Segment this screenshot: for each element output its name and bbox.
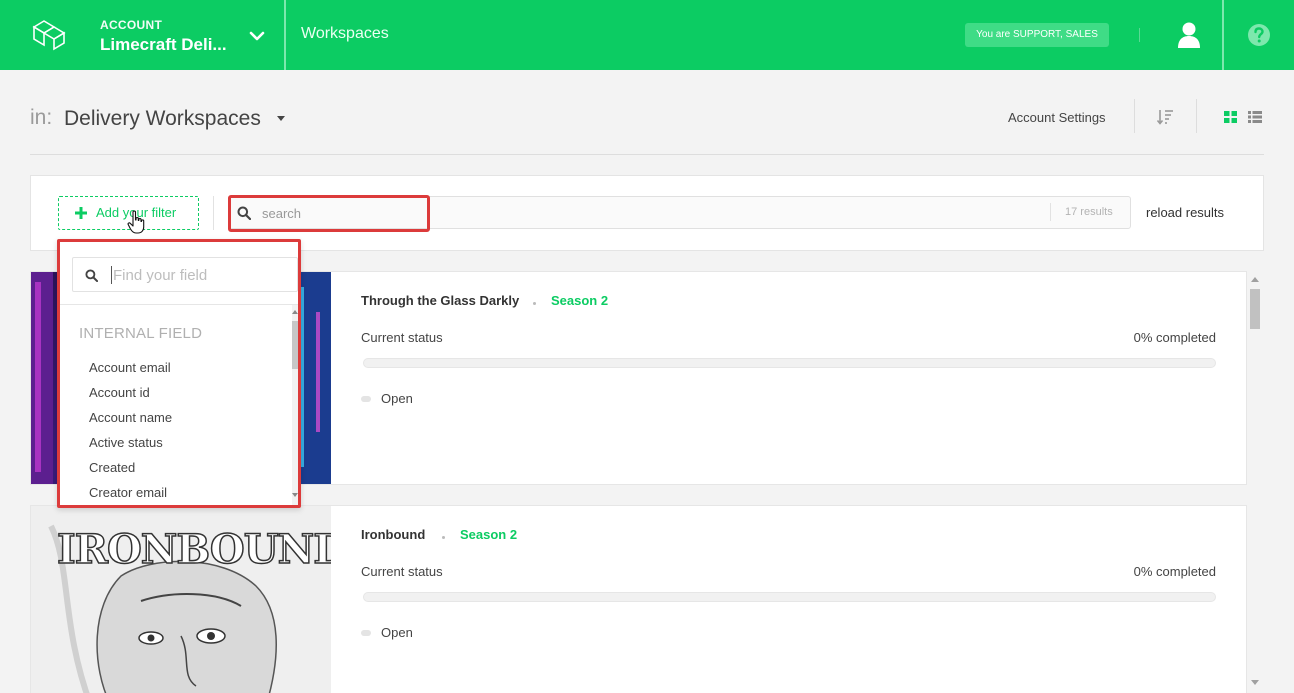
topbar-divider	[1222, 0, 1224, 70]
open-status-label: Open	[381, 625, 413, 640]
field-option[interactable]: Account email	[89, 360, 171, 375]
account-settings-link[interactable]: Account Settings	[1008, 110, 1106, 125]
field-search-box[interactable]	[72, 257, 298, 292]
filter-divider	[213, 196, 214, 230]
scroll-up-arrow-icon[interactable]	[1251, 277, 1259, 282]
scroll-down-arrow-icon[interactable]	[1251, 680, 1259, 685]
page-scrollbar[interactable]	[1247, 271, 1263, 693]
results-count: 17 results	[1065, 206, 1113, 218]
scroll-up-arrow-icon[interactable]	[292, 310, 298, 314]
section-title: Workspaces	[301, 25, 389, 42]
workspace-select[interactable]: Delivery Workspaces	[64, 107, 261, 131]
account-label: ACCOUNT	[100, 18, 163, 32]
dot-separator	[442, 536, 445, 539]
season-label: Season 2	[460, 527, 518, 542]
role-badge: You are SUPPORT, SALES	[965, 23, 1109, 47]
header-divider	[1196, 99, 1197, 133]
workspace-thumbnail: IRONBOUND	[31, 506, 331, 693]
thumbnail-title-text: IRONBOUND	[56, 525, 331, 574]
field-option[interactable]: Account name	[89, 410, 172, 425]
workspace-title[interactable]: Ironbound	[361, 527, 425, 542]
scroll-down-arrow-icon[interactable]	[292, 493, 298, 497]
dropdown-scrollbar[interactable]	[292, 305, 298, 505]
user-icon[interactable]	[1176, 21, 1202, 49]
status-label: Current status	[361, 564, 443, 579]
open-status-dot	[361, 630, 371, 636]
text-caret	[111, 266, 112, 284]
field-search-input[interactable]	[113, 263, 293, 287]
account-name: Limecraft Deli...	[100, 35, 227, 54]
reload-results-link[interactable]: reload results	[1146, 205, 1224, 220]
search-input[interactable]	[262, 201, 412, 225]
dropdown-scrollbar-thumb[interactable]	[292, 321, 298, 369]
workspace-card[interactable]: IRONBOUND Ironbound Season 2 Current sta…	[30, 505, 1247, 693]
open-status-label: Open	[381, 391, 413, 406]
help-icon[interactable]	[1246, 22, 1272, 48]
search-icon	[237, 206, 251, 220]
search-icon	[85, 269, 98, 282]
status-label: Current status	[361, 330, 443, 345]
progress-bar	[363, 592, 1216, 602]
field-option[interactable]: Created	[89, 460, 135, 475]
field-group-label: INTERNAL FIELD	[79, 325, 203, 342]
field-option[interactable]: Account id	[89, 385, 150, 400]
in-label: in:	[30, 106, 53, 129]
grid-view-icon[interactable]	[1224, 111, 1237, 123]
sort-icon[interactable]	[1157, 108, 1175, 126]
top-bar: ACCOUNT Limecraft Deli... Workspaces You…	[0, 0, 1294, 70]
account-switcher[interactable]: ACCOUNT Limecraft Deli...	[100, 18, 227, 55]
completion-percent: 0% completed	[1133, 330, 1216, 345]
header-divider	[1134, 99, 1135, 133]
header-divider-line	[30, 154, 1264, 155]
field-option[interactable]: Active status	[89, 435, 163, 450]
field-dropdown: INTERNAL FIELD Account email Account id …	[57, 239, 301, 508]
logo-icon[interactable]	[30, 17, 70, 51]
progress-bar	[363, 358, 1216, 368]
open-status-dot	[361, 396, 371, 402]
scrollbar-thumb[interactable]	[1250, 289, 1260, 329]
hand-cursor-icon	[127, 210, 145, 234]
chevron-down-icon[interactable]	[248, 27, 266, 45]
topbar-divider	[284, 0, 286, 70]
season-label: Season 2	[551, 293, 609, 308]
caret-down-icon[interactable]	[277, 116, 285, 121]
workspace-title[interactable]: Through the Glass Darkly	[361, 293, 519, 308]
dot-separator	[533, 302, 536, 305]
topbar-divider	[1139, 28, 1140, 42]
dropdown-divider	[60, 304, 298, 305]
completion-percent: 0% completed	[1133, 564, 1216, 579]
field-option[interactable]: Creator email	[89, 485, 167, 500]
plus-icon	[75, 207, 87, 219]
results-divider	[1050, 203, 1051, 221]
list-view-icon[interactable]	[1248, 111, 1262, 123]
